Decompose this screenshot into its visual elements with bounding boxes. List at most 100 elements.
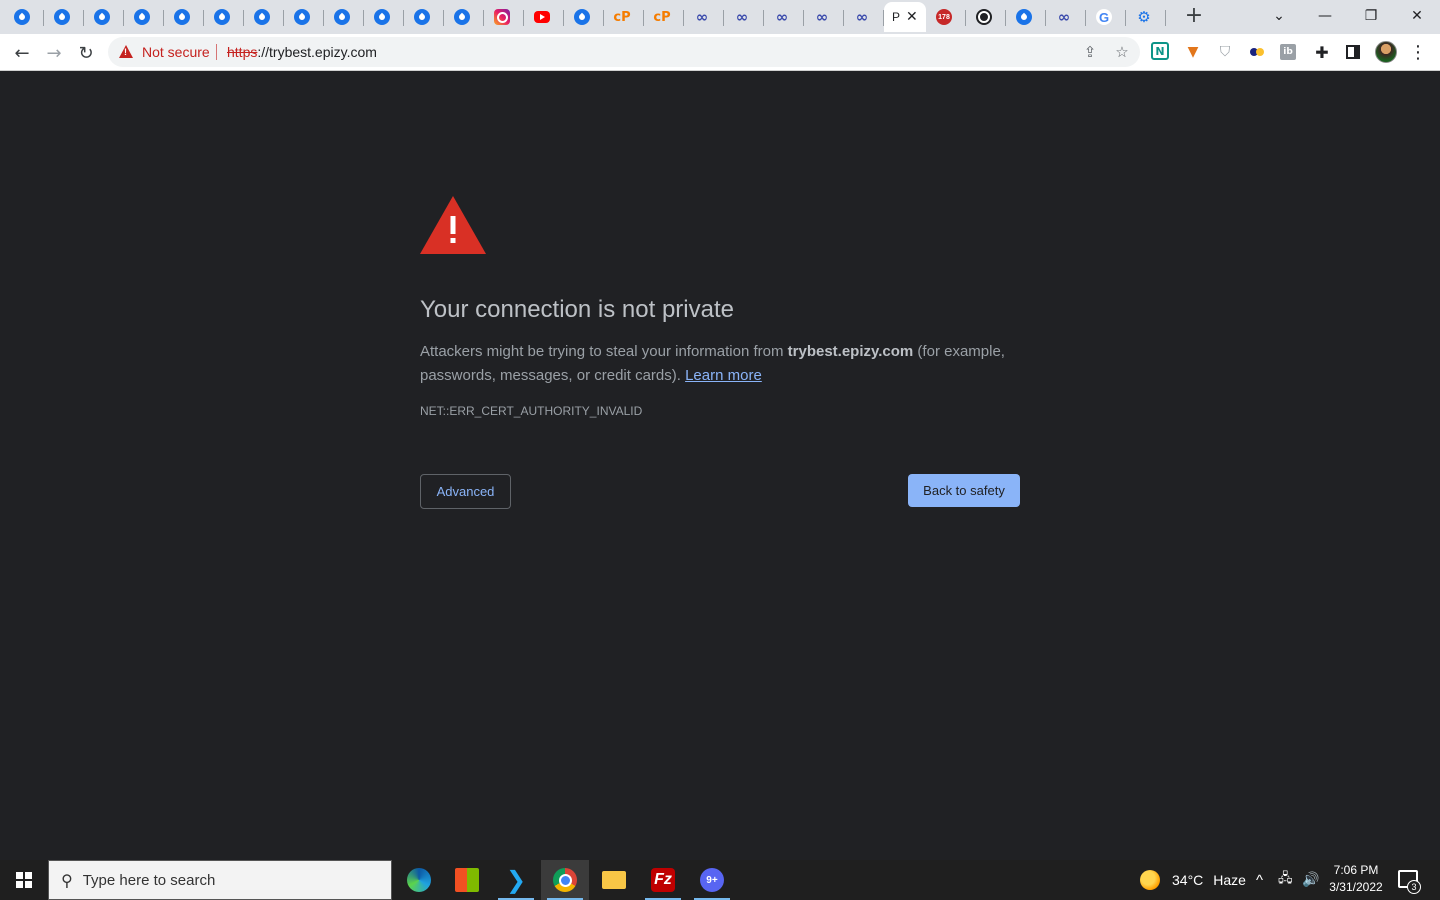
browser-tab[interactable]: ∞ bbox=[844, 2, 884, 32]
url-host: ://trybest.epizy.com bbox=[257, 44, 377, 60]
drop-icon bbox=[1016, 9, 1032, 25]
omnibox-divider bbox=[216, 44, 217, 60]
browser-tab[interactable]: ∞ bbox=[1046, 2, 1086, 32]
infinity-icon: ∞ bbox=[775, 8, 789, 26]
browser-tab[interactable] bbox=[4, 2, 44, 32]
browser-tab[interactable]: G bbox=[1086, 2, 1126, 32]
tab-search-button[interactable]: ⌄ bbox=[1256, 0, 1302, 32]
infinity-icon: ∞ bbox=[1057, 8, 1071, 26]
ib-extension-icon[interactable]: ib bbox=[1280, 44, 1296, 60]
page-description: Attackers might be trying to steal your … bbox=[420, 340, 1020, 388]
taskbar-file-explorer[interactable] bbox=[590, 860, 638, 900]
start-button[interactable] bbox=[0, 860, 48, 900]
chrome-icon bbox=[553, 868, 577, 892]
store-icon bbox=[455, 868, 479, 892]
browser-tab[interactable] bbox=[564, 2, 604, 32]
drop-icon bbox=[574, 9, 590, 25]
learn-more-link[interactable]: Learn more bbox=[685, 367, 762, 384]
clock-date: 3/31/2022 bbox=[1329, 880, 1383, 894]
browser-toolbar: ← → ↻ Not secure https://trybest.epizy.c… bbox=[0, 34, 1440, 71]
n-extension-icon[interactable]: N bbox=[1151, 42, 1169, 60]
security-status-label[interactable]: Not secure bbox=[142, 44, 210, 60]
infinity-icon: ∞ bbox=[815, 8, 829, 26]
browser-tab[interactable] bbox=[524, 2, 564, 32]
taskbar-filezilla[interactable]: Fz bbox=[639, 860, 687, 900]
network-icon[interactable]: 🖧 bbox=[1278, 860, 1293, 900]
drop-icon bbox=[254, 9, 270, 25]
new-tab-button[interactable]: + bbox=[1182, 5, 1206, 29]
large-warning-icon bbox=[420, 196, 486, 254]
share-icon[interactable]: ⇪ bbox=[1081, 43, 1099, 61]
shield-extension-icon[interactable]: ⛉ bbox=[1215, 42, 1235, 62]
browser-tab[interactable]: 178 bbox=[926, 2, 966, 32]
browser-tab[interactable] bbox=[164, 2, 204, 32]
browser-tab[interactable] bbox=[204, 2, 244, 32]
browser-tab[interactable]: ∞ bbox=[724, 2, 764, 32]
drop-icon bbox=[94, 9, 110, 25]
extensions-puzzle-icon[interactable]: ✚ bbox=[1312, 42, 1332, 62]
folder-icon bbox=[602, 871, 626, 889]
browser-tab[interactable] bbox=[284, 2, 324, 32]
not-secure-warning-icon[interactable] bbox=[119, 45, 133, 58]
discord-icon: 9+ bbox=[700, 868, 724, 892]
browser-tab[interactable] bbox=[1006, 2, 1046, 32]
volume-icon[interactable]: 🔊 bbox=[1302, 860, 1319, 900]
browser-tab[interactable] bbox=[124, 2, 164, 32]
browser-tab[interactable]: cP bbox=[604, 2, 644, 32]
search-icon: ⚲ bbox=[61, 870, 73, 890]
browser-tab[interactable]: ∞ bbox=[764, 2, 804, 32]
address-bar[interactable]: Not secure https://trybest.epizy.com ⇪ ☆ bbox=[108, 37, 1140, 67]
drop-icon bbox=[134, 9, 150, 25]
browser-tab[interactable]: ⚙ bbox=[1126, 2, 1166, 32]
taskbar-store[interactable] bbox=[443, 860, 491, 900]
url-text[interactable]: https://trybest.epizy.com bbox=[227, 44, 377, 60]
browser-tab[interactable]: cP bbox=[644, 2, 684, 32]
drop-icon bbox=[294, 9, 310, 25]
browser-tab[interactable] bbox=[444, 2, 484, 32]
forward-button[interactable]: → bbox=[40, 39, 68, 67]
gear-icon: ⚙ bbox=[1137, 8, 1151, 26]
advanced-button[interactable]: Advanced bbox=[420, 474, 511, 509]
taskbar-vscode[interactable]: ❯ bbox=[492, 860, 540, 900]
system-clock[interactable]: 7:06 PM 3/31/2022 bbox=[1322, 862, 1390, 896]
drop-icon bbox=[214, 9, 230, 25]
profile-avatar[interactable] bbox=[1375, 41, 1397, 63]
notification-count-badge: 3 bbox=[1407, 880, 1421, 894]
error-code: NET::ERR_CERT_AUTHORITY_INVALID bbox=[420, 404, 643, 418]
back-button[interactable]: ← bbox=[8, 39, 36, 67]
circles-extension-icon[interactable] bbox=[1247, 42, 1267, 62]
tab-active[interactable]: P ✕ bbox=[884, 2, 926, 32]
browser-tab[interactable]: ∞ bbox=[684, 2, 724, 32]
browser-tab[interactable] bbox=[404, 2, 444, 32]
browser-tab[interactable] bbox=[84, 2, 124, 32]
bookmark-star-icon[interactable]: ☆ bbox=[1113, 43, 1131, 61]
vscode-icon: ❯ bbox=[505, 866, 527, 894]
weather-condition: Haze bbox=[1213, 872, 1246, 888]
weather-widget[interactable]: 34°C Haze bbox=[1140, 860, 1246, 900]
taskbar-search-box[interactable]: ⚲ Type here to search bbox=[48, 860, 392, 900]
description-text: Attackers might be trying to steal your … bbox=[420, 343, 788, 360]
show-hidden-icons-chevron-icon[interactable]: ^ bbox=[1256, 860, 1263, 900]
restore-button[interactable]: ❐ bbox=[1348, 0, 1394, 32]
reload-button[interactable]: ↻ bbox=[72, 39, 100, 67]
browser-tab[interactable]: ∞ bbox=[804, 2, 844, 32]
taskbar-discord[interactable]: 9+ bbox=[688, 860, 736, 900]
discord-badge: 9+ bbox=[706, 874, 718, 886]
browser-tab[interactable] bbox=[44, 2, 84, 32]
browser-tab[interactable] bbox=[364, 2, 404, 32]
tab-title: P bbox=[892, 10, 901, 24]
metamask-fox-icon[interactable]: ▼ bbox=[1183, 42, 1203, 62]
taskbar-chrome[interactable] bbox=[541, 860, 589, 900]
browser-tab[interactable] bbox=[484, 2, 524, 32]
browser-tab[interactable] bbox=[244, 2, 284, 32]
chrome-menu-icon[interactable]: ⋮ bbox=[1408, 42, 1428, 63]
tab-close-icon[interactable]: ✕ bbox=[906, 9, 918, 25]
back-to-safety-button[interactable]: Back to safety bbox=[908, 474, 1020, 507]
browser-tab[interactable] bbox=[324, 2, 364, 32]
infinity-icon: ∞ bbox=[735, 8, 749, 26]
taskbar-edge[interactable] bbox=[395, 860, 443, 900]
minimize-button[interactable]: — bbox=[1302, 0, 1348, 32]
close-window-button[interactable]: ✕ bbox=[1394, 0, 1440, 32]
side-panel-icon[interactable] bbox=[1343, 42, 1363, 62]
browser-tab[interactable] bbox=[966, 2, 1006, 32]
